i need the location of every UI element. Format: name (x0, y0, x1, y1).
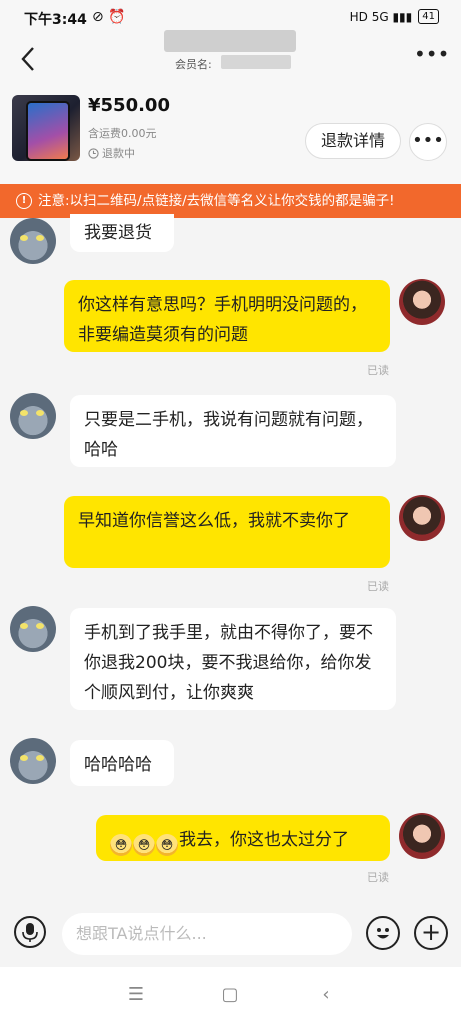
fraud-warning-banner: ! 注意:以扫二维码/点链接/去微信等名义让你交钱的都是骗子! (0, 184, 461, 218)
back-nav-icon[interactable]: ‹ (314, 983, 338, 1007)
back-icon[interactable] (14, 44, 44, 74)
refund-status: 退款中 (88, 145, 135, 161)
chat-bubble-left: 哈哈哈哈 (70, 740, 174, 786)
status-time: 下午3:44 (24, 12, 87, 28)
battery-icon: 41 (418, 9, 439, 24)
avatar[interactable] (399, 813, 445, 859)
chat-bubble-text: 我去，你这也太过分了 (179, 830, 349, 850)
flushed-emoji-icon: 😳 (156, 834, 178, 856)
signal-indicator: HD 5G ▮▮▮ (349, 9, 413, 24)
status-left-icons: ⊘ ⏰ (92, 9, 126, 25)
product-thumbnail[interactable] (12, 95, 80, 161)
chat-bubble-left: 我要退货 (70, 214, 174, 252)
flushed-emoji-icon: 😳 (133, 834, 155, 856)
home-icon[interactable]: ▢ (218, 983, 242, 1007)
product-price: ¥550.00 (88, 95, 170, 116)
avatar[interactable] (399, 279, 445, 325)
clock-icon (88, 147, 99, 159)
refund-status-text: 退款中 (102, 147, 135, 160)
read-receipt: 已读 (367, 364, 389, 377)
mic-icon[interactable] (14, 916, 46, 948)
redacted-name (164, 30, 296, 52)
warning-icon: ! (16, 193, 32, 209)
chat-bubble-right: 😳 😳 😳 我去，你这也太过分了 (96, 815, 390, 861)
message-input[interactable]: 想跟TA说点什么... (62, 913, 352, 955)
plus-icon[interactable]: + (414, 916, 448, 950)
chat-bubble-left: 手机到了我手里，就由不得你了，要不你退我200块，要不我退给你，给你发个顺风到付… (70, 608, 396, 710)
avatar[interactable] (10, 606, 56, 652)
member-label: 会员名: (175, 58, 212, 71)
emoji-icon[interactable] (366, 916, 400, 950)
flushed-emoji-icon: 😳 (110, 834, 132, 856)
shipping-info: 含运费0.00元 (88, 127, 157, 140)
status-right: HD 5G ▮▮▮ 41 (350, 9, 439, 24)
refund-details-button[interactable]: 退款详情 (305, 123, 401, 159)
avatar[interactable] (10, 218, 56, 264)
redacted-member-id (221, 55, 291, 69)
avatar[interactable] (10, 738, 56, 784)
product-more-button[interactable]: ••• (409, 123, 447, 161)
fraud-warning-text: 注意:以扫二维码/点链接/去微信等名义让你交钱的都是骗子! (38, 193, 395, 209)
avatar[interactable] (10, 393, 56, 439)
chat-bubble-right: 早知道你信誉这么低，我就不卖你了 (64, 496, 390, 568)
menu-icon[interactable]: ☰ (124, 983, 148, 1007)
read-receipt: 已读 (367, 580, 389, 593)
chat-bubble-left: 只要是二手机，我说有问题就有问题，哈哈 (70, 395, 396, 467)
more-icon[interactable]: ••• (414, 44, 449, 64)
chat-bubble-right: 你这样有意思吗？手机明明没问题的，非要编造莫须有的问题 (64, 280, 390, 352)
avatar[interactable] (399, 495, 445, 541)
read-receipt: 已读 (367, 871, 389, 884)
